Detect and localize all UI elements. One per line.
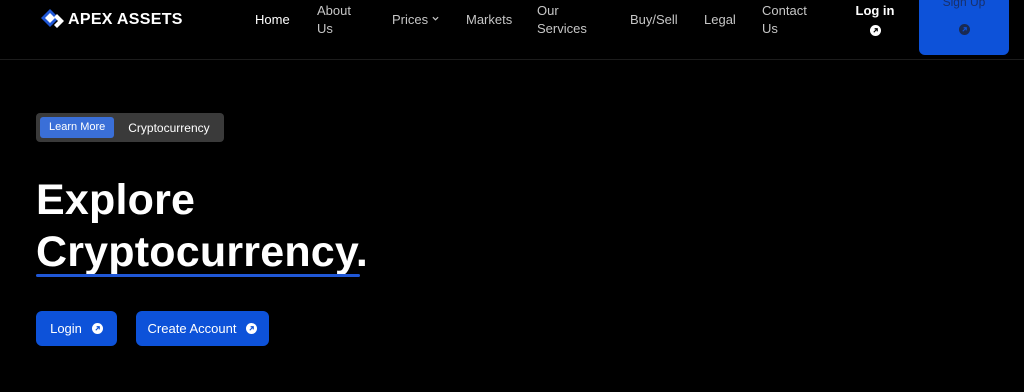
hero-title-line1: Explore <box>36 176 196 224</box>
signup-button[interactable]: Sign Up <box>919 0 1009 55</box>
chevron-down-icon <box>432 16 439 21</box>
header-login-label: Log in <box>855 3 895 18</box>
arrow-up-right-circle-icon <box>869 24 881 36</box>
arrow-up-right-circle-icon <box>958 24 970 35</box>
create-account-label: Create Account <box>147 321 237 336</box>
create-account-button[interactable]: Create Account <box>136 311 269 346</box>
nav-legal[interactable]: Legal <box>704 11 736 29</box>
nav-markets[interactable]: Markets <box>466 11 512 29</box>
hero-badge: Learn More Cryptocurrency <box>36 113 224 142</box>
hero-title-underline <box>36 274 360 277</box>
header-login-link[interactable]: Log in <box>855 3 895 36</box>
hero-login-button[interactable]: Login <box>36 311 117 346</box>
learn-more-button[interactable]: Learn More <box>40 117 115 138</box>
arrow-up-right-circle-icon <box>246 323 258 334</box>
hero-title: Explore Cryptocurrency. <box>36 174 368 278</box>
diamond-logo-icon <box>41 9 64 28</box>
nav-services[interactable]: Our Services <box>537 2 597 38</box>
nav-contact[interactable]: Contact Us <box>762 2 812 38</box>
signup-label: Sign Up <box>942 0 986 9</box>
nav-about[interactable]: About Us <box>317 2 361 38</box>
nav-prices-label: Prices <box>392 12 429 27</box>
nav-prices[interactable]: Prices <box>392 11 439 29</box>
hero-title-line2: Cryptocurrency. <box>36 228 368 276</box>
brand-name: APEX ASSETS <box>68 11 183 28</box>
site-header: APEX ASSETS Home About Us Prices Markets… <box>0 0 1024 60</box>
hero-login-label: Login <box>50 321 82 336</box>
brand-logo[interactable]: APEX ASSETS <box>40 8 183 32</box>
nav-home[interactable]: Home <box>255 11 290 29</box>
nav-buysell[interactable]: Buy/Sell <box>630 11 678 29</box>
arrow-up-right-circle-icon <box>91 323 103 334</box>
badge-text: Cryptocurrency <box>128 120 210 135</box>
